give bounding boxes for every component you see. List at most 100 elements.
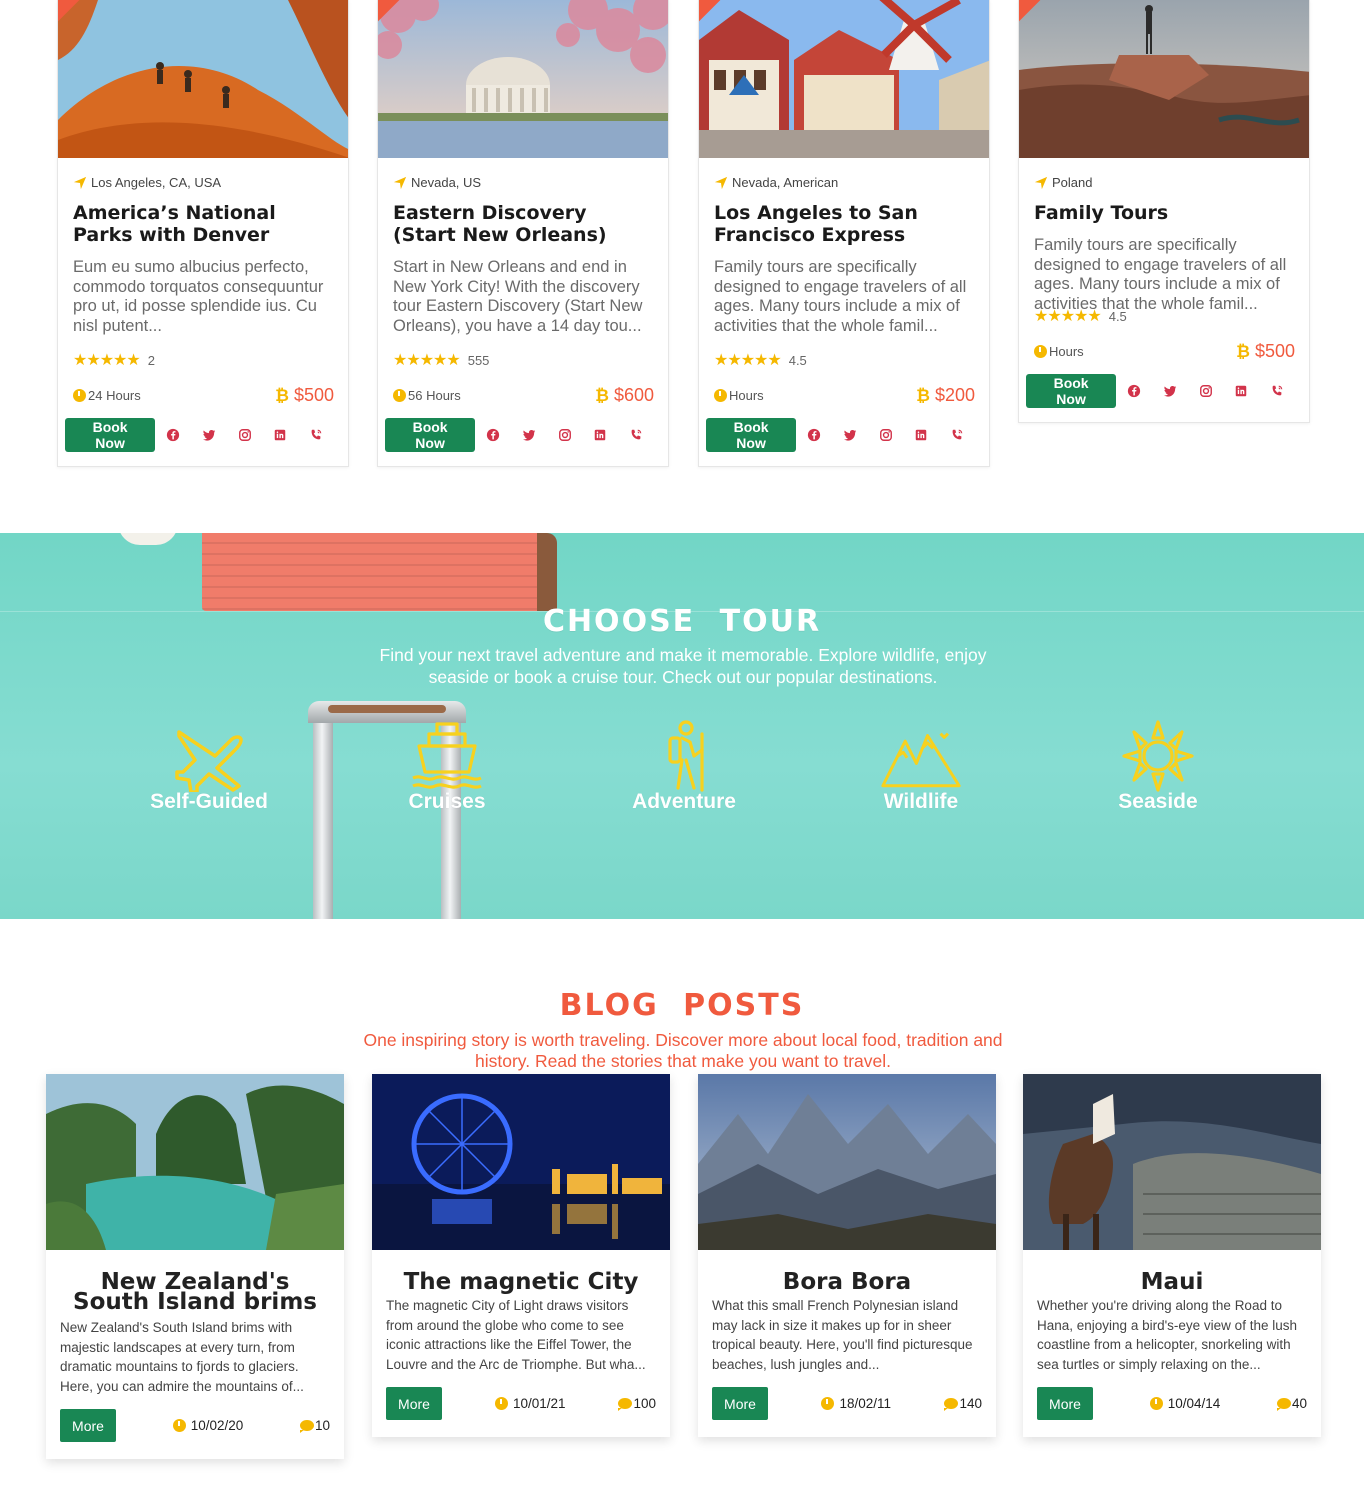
category-label: Adventure [632,790,736,813]
tour-title[interactable]: America’s National Parks with Denver [73,202,334,246]
linkedin-icon[interactable] [1223,381,1259,401]
tour-title[interactable]: Eastern Discovery (Start New Orleans) [393,202,654,246]
location-arrow-icon [714,176,728,189]
location-arrow-icon [393,176,407,189]
tour-description: Eum eu sumo albucius perfecto, commodo t… [73,258,324,335]
coins-icon: ₿ [916,385,930,405]
tour-hours: Hours [1049,344,1084,359]
linkedin-icon[interactable] [582,425,618,445]
section-title: CHOOSE TOUR [542,603,822,639]
clock-icon [393,389,406,402]
blog-post-title[interactable]: Maui [1037,1271,1307,1294]
blog-post-title[interactable]: The magnetic City [386,1271,656,1294]
category-wildlife[interactable]: Wildlife [831,720,1011,814]
blog-card[interactable]: The magnetic City The magnetic City of L… [372,1074,670,1437]
background-hat [118,533,178,545]
blog-image[interactable] [46,1074,344,1250]
facebook-icon[interactable] [155,425,191,445]
blog-image[interactable] [698,1074,996,1250]
book-now-button[interactable]: Book Now [65,418,156,452]
clock-icon [1034,345,1047,358]
phone-icon[interactable] [618,425,654,445]
tour-title[interactable]: Los Angeles to San Francisco Express [714,202,975,246]
tour-description: Start in New Orleans and end in New York… [393,258,643,335]
blog-image[interactable] [372,1074,670,1250]
blog-post-excerpt: Whether you're driving along the Road to… [1037,1298,1297,1372]
sun-icon [1122,720,1194,792]
blog-post-excerpt: What this small French Polynesian island… [712,1298,973,1372]
category-cruises[interactable]: Cruises [357,720,537,814]
phone-icon[interactable] [939,425,975,445]
tour-price: $600 [613,385,654,405]
hiker-icon [668,720,704,792]
tour-hours: Hours [729,388,764,403]
tour-card[interactable]: Poland Family Tours Family tours are spe… [1018,0,1310,423]
category-label: Seaside [1118,790,1198,813]
book-now-button[interactable]: Book Now [1026,374,1117,408]
instagram-icon[interactable] [227,425,263,445]
comment-count: 100 [633,1396,656,1411]
tour-description: Family tours are specifically designed t… [1034,236,1287,313]
more-button[interactable]: More [712,1387,768,1420]
category-label: Cruises [408,790,486,813]
phone-icon[interactable] [298,425,334,445]
blog-image[interactable] [1023,1074,1321,1250]
background-suitcase [202,533,557,611]
tour-title[interactable]: Family Tours [1034,202,1295,224]
instagram-icon[interactable] [1188,381,1224,401]
blog-card[interactable]: Maui Whether you're driving along the Ro… [1023,1074,1321,1437]
facebook-icon[interactable] [1116,381,1152,401]
choose-tour-section: CHOOSE TOUR Find your next travel advent… [0,533,1364,919]
category-seaside[interactable]: Seaside [1068,720,1248,814]
blog-card[interactable]: New Zealand's South Island brims New Zea… [46,1074,344,1459]
facebook-icon[interactable] [796,425,832,445]
blog-post-title[interactable]: New Zealand's South Island brims [60,1271,330,1314]
tour-image[interactable] [699,0,989,158]
instagram-icon[interactable] [868,425,904,445]
more-button[interactable]: More [386,1387,442,1420]
rating-value: 2 [147,352,155,368]
tour-location: Nevada, American [732,175,839,190]
blog-card[interactable]: Bora Bora What this small French Polynes… [698,1074,996,1437]
blog-section-title: BLOG POSTS [559,987,805,1023]
more-button[interactable]: More [1037,1387,1093,1420]
blog-date: 10/01/21 [512,1396,566,1411]
category-label: Self-Guided [150,790,268,813]
comment-icon [1276,1398,1291,1411]
blog-post-title[interactable]: Bora Bora [712,1271,982,1294]
comment-icon [618,1398,633,1411]
twitter-icon[interactable] [511,425,547,445]
tour-card[interactable]: Nevada, US Eastern Discovery (Start New … [377,0,669,467]
section-subtitle: Find your next travel adventure and make… [379,644,987,687]
more-button[interactable]: More [60,1409,116,1442]
facebook-icon[interactable] [475,425,511,445]
comment-icon [944,1398,959,1411]
tour-image[interactable] [58,0,348,158]
tour-image[interactable] [378,0,668,158]
tour-price: $500 [293,385,334,405]
linkedin-icon[interactable] [262,425,298,445]
tour-price: $500 [1254,341,1295,361]
blog-post-excerpt: The magnetic City of Light draws visitor… [386,1298,646,1372]
book-now-button[interactable]: Book Now [385,418,476,452]
clock-icon [1149,1397,1163,1410]
twitter-icon[interactable] [832,425,868,445]
phone-icon[interactable] [1259,381,1295,401]
instagram-icon[interactable] [547,425,583,445]
tour-cards-section: Los Angeles, CA, USA America’s National … [0,0,1364,530]
tour-card[interactable]: Los Angeles, CA, USA America’s National … [57,0,349,467]
clock-icon [73,389,86,402]
category-self-guided[interactable]: Self-Guided [119,720,299,814]
tour-location: Los Angeles, CA, USA [91,175,222,190]
linkedin-icon[interactable] [903,425,939,445]
tour-image[interactable] [1019,0,1309,158]
book-now-button[interactable]: Book Now [706,418,797,452]
star-rating-icon: ★★★★★ [1034,308,1102,325]
coins-icon: ₿ [595,385,609,405]
twitter-icon[interactable] [1152,381,1188,401]
twitter-icon[interactable] [191,425,227,445]
ship-icon [412,722,482,789]
star-rating-icon: ★★★★★ [73,352,141,369]
tour-card[interactable]: Nevada, American Los Angeles to San Fran… [698,0,990,467]
category-adventure[interactable]: Adventure [594,720,774,814]
